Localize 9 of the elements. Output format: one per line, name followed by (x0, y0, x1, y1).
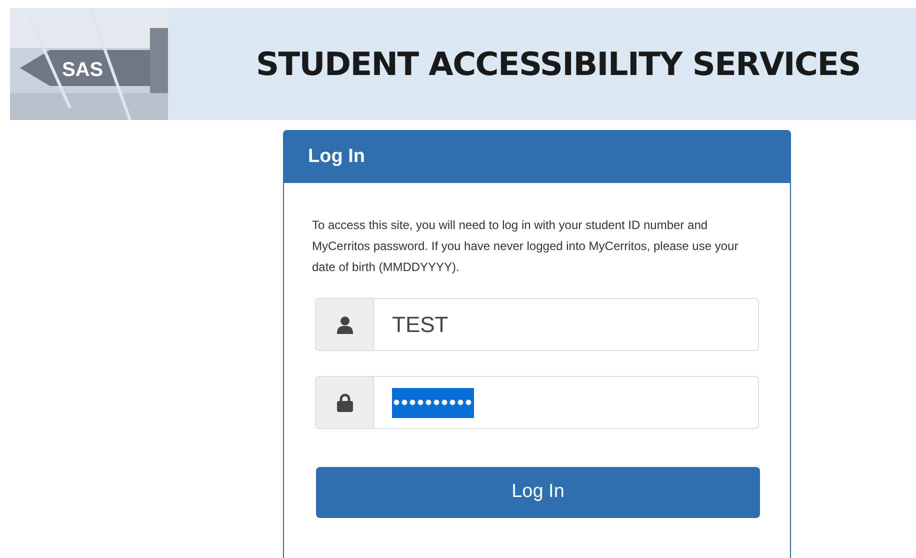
password-field[interactable]: •••••••••• (315, 376, 759, 429)
username-field[interactable]: TEST (315, 298, 759, 351)
login-button[interactable]: Log In (316, 467, 760, 518)
card-title: Log In (308, 144, 365, 169)
instructions-text: To access this site, you will need to log in with your student ID number and MyCerritos password. If you have never logged into MyCerritos, please use your date of birth (MMDDYYYY). (312, 217, 740, 276)
user-icon (336, 316, 352, 334)
lock-icon (336, 393, 352, 412)
site-title: STUDENT ACCESSIBILITY SERVICES (256, 44, 861, 85)
logo-text: SAS (62, 58, 104, 83)
